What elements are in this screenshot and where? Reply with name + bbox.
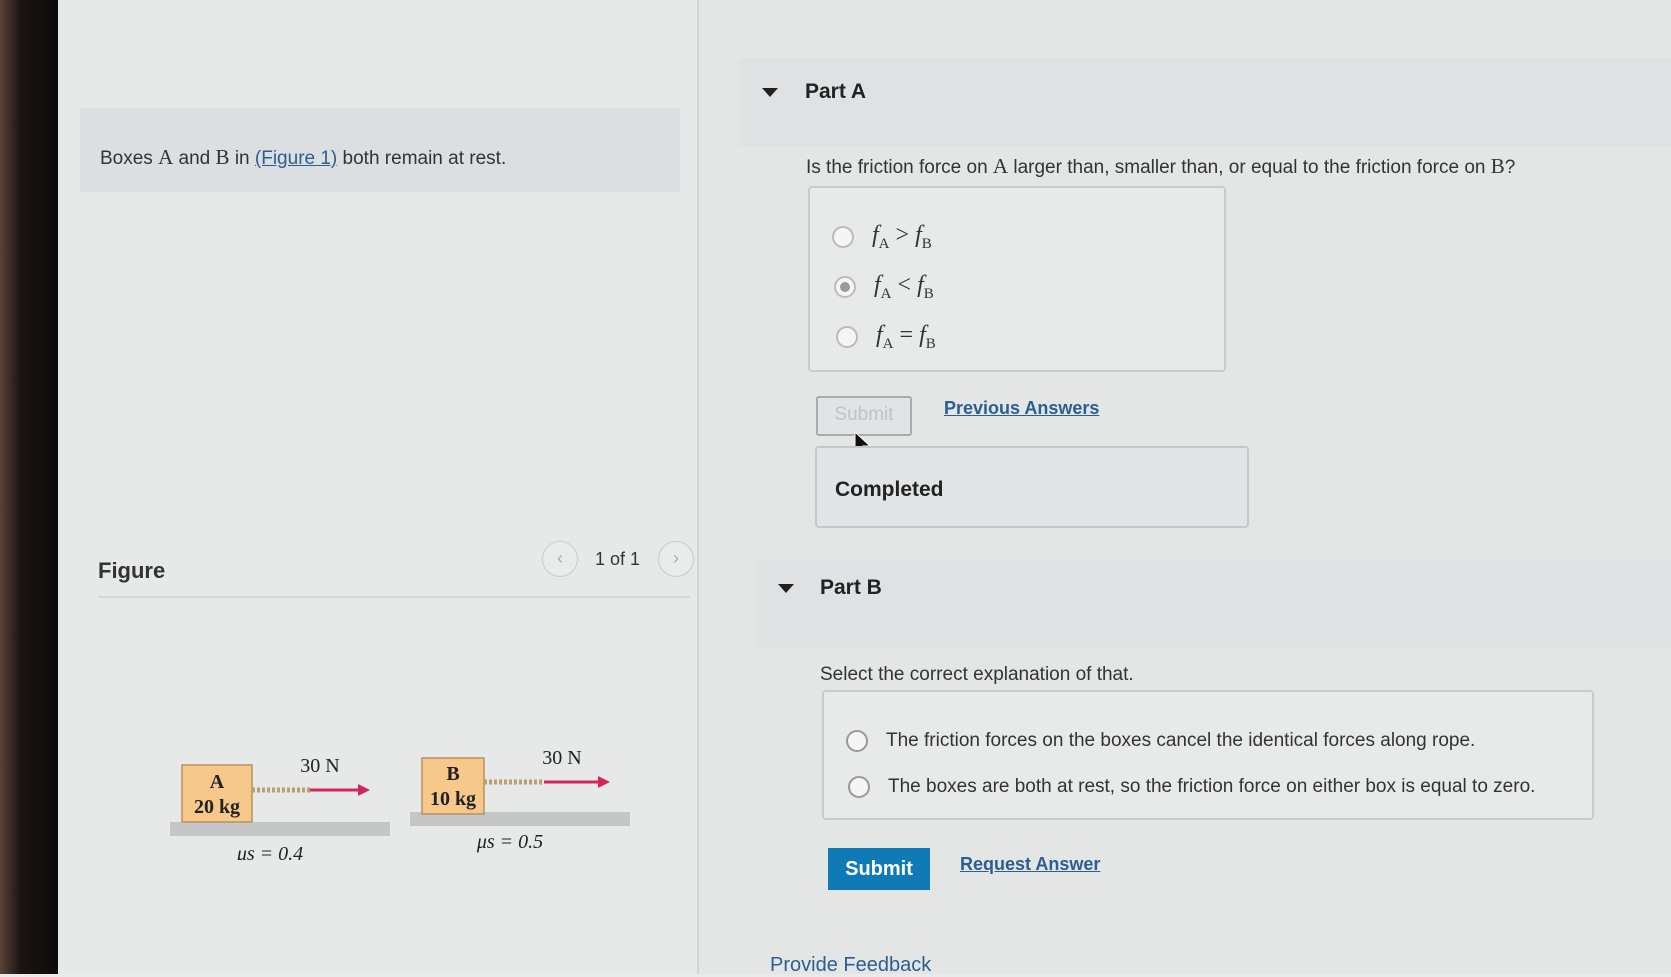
previous-answers-link[interactable]: Previous Answers xyxy=(944,398,1099,419)
completed-status: Completed xyxy=(835,478,944,501)
mu-a-label: μs = 0.4 xyxy=(236,843,303,860)
math-sub: A xyxy=(878,235,890,252)
intro-box-b: B xyxy=(215,145,230,169)
option-math: fA > fB xyxy=(872,222,932,253)
math-sub: A xyxy=(882,335,894,352)
force-arrowhead-a xyxy=(358,784,370,796)
box-b-mass: 10 kg xyxy=(430,788,476,810)
option-label: The boxes are both at rest, so the frict… xyxy=(888,776,1536,797)
question-text-part: larger than, smaller than, or equal to t… xyxy=(1008,157,1491,178)
radio-button[interactable] xyxy=(832,226,854,249)
question-box-a: A xyxy=(992,154,1009,178)
figure-link[interactable]: (Figure 1) xyxy=(255,148,337,169)
part-a-title: Part A xyxy=(805,80,867,103)
intro-text: Boxes A and B in (Figure 1) both remain … xyxy=(100,145,506,170)
math-f: f xyxy=(874,272,881,298)
intro-box-a: A xyxy=(158,145,174,169)
math-sub: B xyxy=(923,285,934,302)
math-f: f xyxy=(872,222,879,248)
math-sub: B xyxy=(921,235,932,252)
question-text-part: Is the friction force on xyxy=(806,157,993,178)
part-b-options xyxy=(822,690,1594,820)
part-b-option[interactable]: The boxes are both at rest, so the frict… xyxy=(848,776,1535,798)
box-a-mass: 20 kg xyxy=(194,796,240,818)
figure-pager: 1 of 1 xyxy=(595,549,641,569)
math-operator: > xyxy=(895,222,910,248)
intro-text-part: both remain at rest. xyxy=(337,148,507,169)
math-f: f xyxy=(919,322,926,348)
chevron-left-icon[interactable]: ‹ xyxy=(542,541,578,577)
chevron-right-icon[interactable]: › xyxy=(658,541,694,577)
figure-divider xyxy=(98,596,690,598)
surface-a xyxy=(170,822,390,836)
math-f: f xyxy=(917,272,924,298)
collapse-caret-icon[interactable] xyxy=(778,584,794,593)
radio-button[interactable] xyxy=(848,776,870,798)
part-b-option[interactable]: The friction forces on the boxes cancel … xyxy=(846,730,1475,752)
part-b-submit-button[interactable]: Submit xyxy=(828,848,930,890)
math-f: f xyxy=(876,322,883,348)
part-a-option[interactable]: fA > fB xyxy=(832,222,932,253)
part-b-title: Part B xyxy=(820,576,882,599)
question-box-b: B xyxy=(1490,154,1505,178)
mu-b-label: μs = 0.5 xyxy=(476,831,543,853)
question-text-part: ? xyxy=(1504,157,1516,178)
math-operator: < xyxy=(897,272,912,298)
collapse-caret-icon[interactable] xyxy=(762,88,778,97)
radio-button[interactable] xyxy=(846,730,868,752)
screen-bezel xyxy=(0,0,58,974)
figure-diagram: A 20 kg 30 N μs = 0.4 B 10 kg 30 N μs = … xyxy=(160,740,660,860)
math-operator: = xyxy=(899,322,914,348)
part-a-question: Is the friction force on A larger than, … xyxy=(806,154,1515,179)
box-b-label: B xyxy=(446,763,459,785)
radio-button[interactable] xyxy=(836,326,858,349)
force-b-label: 30 N xyxy=(542,747,581,769)
part-a-header[interactable] xyxy=(740,58,1671,146)
part-b-header[interactable] xyxy=(756,560,1671,648)
option-math: fA < fB xyxy=(874,272,934,303)
math-f: f xyxy=(915,222,922,248)
request-answer-link[interactable]: Request Answer xyxy=(960,854,1100,875)
part-b-question: Select the correct explanation of that. xyxy=(820,664,1134,685)
option-math: fA = fB xyxy=(876,322,936,353)
box-a-label: A xyxy=(210,771,225,793)
part-a-option[interactable]: fA = fB xyxy=(836,322,936,353)
math-sub: A xyxy=(880,285,892,302)
math-sub: B xyxy=(925,335,936,352)
radio-button-selected[interactable] xyxy=(834,276,856,299)
force-a-label: 30 N xyxy=(300,755,339,777)
option-label: The friction forces on the boxes cancel … xyxy=(886,730,1476,751)
intro-text-part: Boxes xyxy=(100,148,159,169)
figure-title: Figure xyxy=(98,558,166,583)
force-arrowhead-b xyxy=(598,776,610,788)
part-a-option[interactable]: fA < fB xyxy=(834,272,934,303)
intro-text-part: and xyxy=(173,148,216,169)
intro-text-part: in xyxy=(229,148,255,169)
